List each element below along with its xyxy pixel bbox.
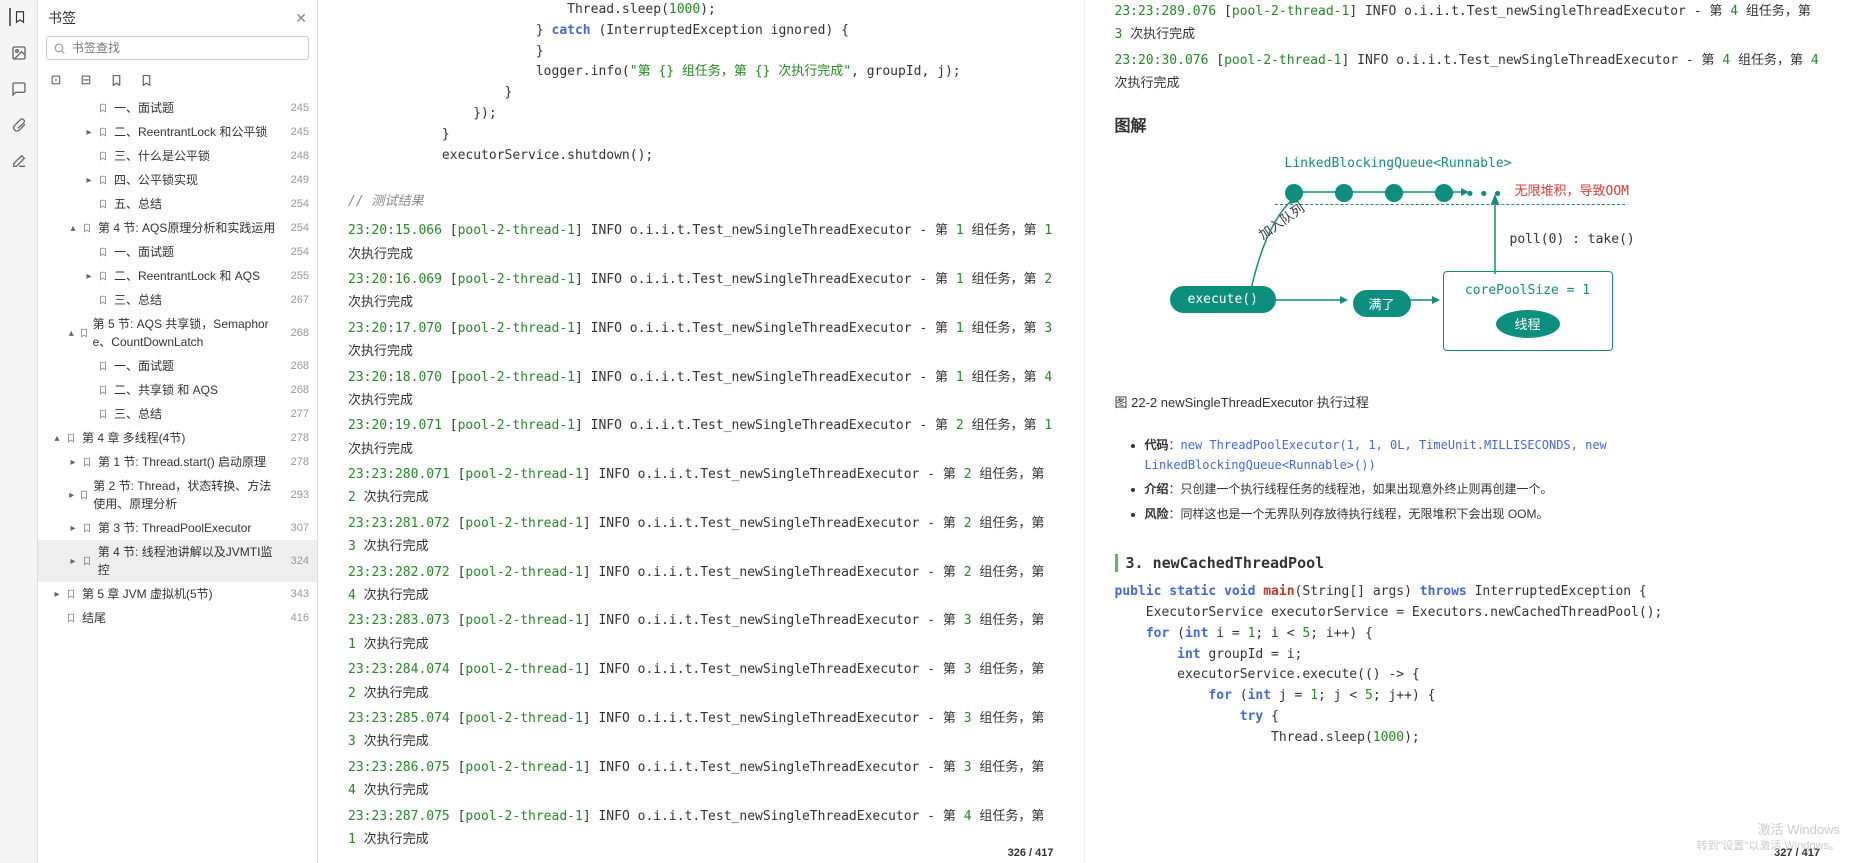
poll-label: poll(0) : take() [1510, 232, 1635, 247]
search-icon [53, 42, 66, 55]
bookmark-tree: 一、面试题245▸二、ReentrantLock 和公平锁245三、什么是公平锁… [38, 96, 317, 863]
tree-row[interactable]: ▸二、ReentrantLock 和公平锁245 [38, 120, 317, 144]
tree-row[interactable]: ▸四、公平锁实现249 [38, 168, 317, 192]
tree-row[interactable]: 一、面试题245 [38, 96, 317, 120]
left-rail [0, 0, 38, 863]
bookmark-icon[interactable] [9, 8, 27, 26]
code-block-2: public static void main(String[] args) t… [1115, 582, 1821, 748]
code-block-1: Thread.sleep(1000); } catch (Interrupted… [348, 0, 1054, 166]
page-327: 23:23:289.076 [pool-2-thread-1] INFO o.i… [1084, 0, 1850, 863]
tree-row[interactable]: ▸第 4 节: 线程池讲解以及JVMTI监控324 [38, 540, 317, 582]
tree-row[interactable]: 一、面试题268 [38, 354, 317, 378]
document-content: Thread.sleep(1000); } catch (Interrupted… [318, 0, 1850, 863]
thread-oval: 线程 [1496, 310, 1560, 338]
collapse-all-icon[interactable]: ⊟ [78, 72, 94, 88]
bookmark-search[interactable] [46, 36, 309, 60]
tree-row[interactable]: ▴第 5 节: AQS 共享锁，Semaphore、CountDownLatch… [38, 312, 317, 354]
list-item: 风险：同样这也是一个无界队列存放待执行线程，无限堆积下会出现 OOM。 [1145, 504, 1821, 524]
comment-icon[interactable] [10, 80, 28, 98]
queue-type-label: LinkedBlockingQueue<Runnable> [1285, 156, 1512, 171]
list-item: 代码：new ThreadPoolExecutor(1, 1, 0L, Time… [1145, 435, 1821, 476]
test-result-comment: // 测试结果 [348, 192, 1054, 213]
tree-row[interactable]: 结尾416 [38, 606, 317, 630]
attachment-icon[interactable] [10, 116, 28, 134]
execution-diagram: LinkedBlockingQueue<Runnable> ••• 无限堆积，导… [1115, 156, 1821, 376]
tree-row[interactable]: 三、总结267 [38, 288, 317, 312]
tree-row[interactable]: 二、共享锁 和 AQS268 [38, 378, 317, 402]
log-output-2: 23:23:289.076 [pool-2-thread-1] INFO o.i… [1115, 0, 1821, 98]
edit-icon[interactable] [10, 152, 28, 170]
list-item: 介绍：只创建一个执行线程任务的线程池，如果出现意外终止则再创建一个。 [1145, 479, 1821, 499]
tree-row[interactable]: ▴第 4 节: AQS原理分析和实践运用254 [38, 216, 317, 240]
tree-row[interactable]: 五、总结254 [38, 192, 317, 216]
page-number-left: 326 / 417 [1008, 847, 1054, 859]
subsection-heading: 3. newCachedThreadPool [1115, 554, 1821, 572]
search-input[interactable] [72, 41, 302, 55]
figure-caption: 图 22-2 newSingleThreadExecutor 执行过程 [1115, 392, 1821, 411]
tree-row[interactable]: ▴第 4 章 多线程(4节)278 [38, 426, 317, 450]
tree-row[interactable]: ▸第 3 节: ThreadPoolExecutor307 [38, 516, 317, 540]
page-326: Thread.sleep(1000); } catch (Interrupted… [318, 0, 1084, 863]
bookmark-sidebar: 书签 ✕ ⊡ ⊟ 一、面试题245▸二、ReentrantLock 和公平锁24… [38, 0, 318, 863]
windows-watermark: 激活 Windows 转到"设置"以激活 Windows。 [1697, 822, 1841, 853]
sidebar-toolbar: ⊡ ⊟ [38, 68, 317, 96]
tree-row[interactable]: ▸第 5 章 JVM 虚拟机(5节)343 [38, 582, 317, 606]
bookmark-outline-icon[interactable] [138, 72, 154, 88]
core-pool-size-label: corePoolSize = 1 [1465, 283, 1590, 298]
sidebar-title: 书签 [48, 8, 76, 28]
bookmark-add-icon[interactable] [108, 72, 124, 88]
log-output-1: 23:20:15.066 [pool-2-thread-1] INFO o.i.… [348, 219, 1054, 853]
tree-row[interactable]: 三、什么是公平锁248 [38, 144, 317, 168]
image-icon[interactable] [10, 44, 28, 62]
bullet-list: 代码：new ThreadPoolExecutor(1, 1, 0L, Time… [1115, 431, 1821, 529]
tree-row[interactable]: ▸二、ReentrantLock 和 AQS255 [38, 264, 317, 288]
execute-node: execute() [1170, 286, 1276, 313]
close-icon[interactable]: ✕ [295, 10, 307, 27]
tree-row[interactable]: ▸第 2 节: Thread，状态转换、方法使用、原理分析293 [38, 474, 317, 516]
expand-all-icon[interactable]: ⊡ [48, 72, 64, 88]
overflow-warning: 无限堆积，导致OOM [1515, 180, 1629, 199]
thread-box: corePoolSize = 1 线程 [1443, 271, 1613, 351]
ellipsis-icon: ••• [1465, 184, 1507, 205]
tree-row[interactable]: 三、总结277 [38, 402, 317, 426]
tree-row[interactable]: 一、面试题254 [38, 240, 317, 264]
tree-row[interactable]: ▸第 1 节: Thread.start() 启动原理278 [38, 450, 317, 474]
full-node: 满了 [1353, 290, 1411, 317]
section-heading-diagram: 图解 [1115, 112, 1821, 136]
